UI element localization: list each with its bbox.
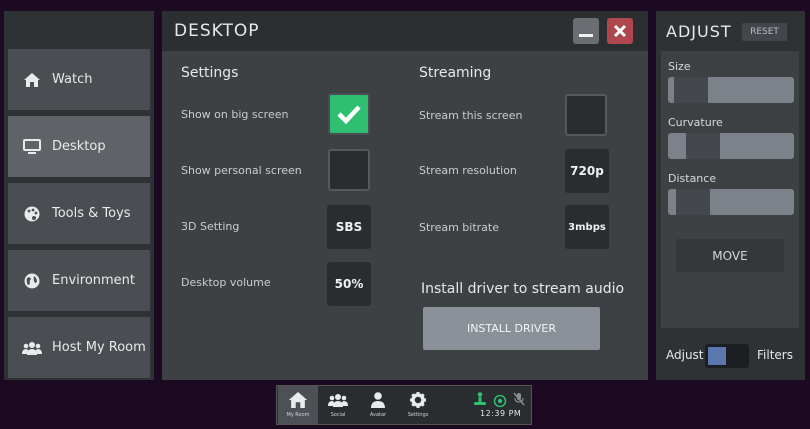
stream-resolution-value[interactable]: 720p [565,149,609,193]
slider-thumb[interactable] [676,189,710,215]
stream-bitrate-value[interactable]: 3mbps [565,205,609,249]
clock-time: 12:39 PM [480,409,522,418]
dock-item-label: Settings [407,412,429,418]
nav-item-label: Host My Room [52,340,146,355]
nav-item-desktop[interactable]: Desktop [8,116,150,177]
left-nav-panel: Watch Desktop Tools & Toys Environment H… [4,11,154,380]
adjust-title: ADJUST [666,22,732,41]
distance-label: Distance [668,172,717,185]
nav-item-environment[interactable]: Environment [8,250,150,311]
checkmark-icon [337,105,361,125]
dock-item-label: My Room [286,412,310,418]
nav-item-label: Desktop [52,139,106,154]
slider-thumb[interactable] [686,133,720,159]
move-button[interactable]: MOVE [676,239,784,272]
seated-user-icon [474,391,486,410]
home-icon [22,70,42,90]
monitor-icon [22,137,42,157]
3d-setting-value[interactable]: SBS [327,205,371,249]
show-big-screen-checkbox[interactable] [328,93,370,135]
desktop-volume-label: Desktop volume [181,276,271,289]
desktop-panel: DESKTOP Settings Show on big screen Show… [162,11,648,380]
mic-muted-icon[interactable] [513,391,525,410]
distance-slider[interactable] [668,189,794,215]
people-icon [327,391,349,409]
adjust-panel: ADJUST RESET Size Curvature Distance MOV… [656,11,805,380]
show-personal-screen-label: Show personal screen [181,164,302,177]
adjust-filters-toggle[interactable] [705,344,749,368]
dock-item-social[interactable]: Social [318,386,358,424]
nav-item-tools-toys[interactable]: Tools & Toys [8,183,150,244]
gear-icon [410,391,426,409]
size-slider[interactable] [668,77,794,103]
globe-icon [22,271,42,291]
stream-screen-checkbox[interactable] [565,94,607,136]
toggle-knob[interactable] [708,347,726,365]
reset-button[interactable]: RESET [742,23,787,41]
dock-item-my-room[interactable]: My Room [278,386,318,424]
show-big-screen-label: Show on big screen [181,108,289,121]
settings-heading: Settings [181,65,239,81]
adjust-toggle-label: Adjust [666,348,704,362]
close-button[interactable] [607,18,633,44]
dock-item-label: Avatar [369,412,387,418]
install-driver-button[interactable]: INSTALL DRIVER [423,307,600,350]
slider-thumb[interactable] [674,77,708,103]
people-icon [22,338,42,358]
desktop-volume-value[interactable]: 50% [327,262,371,306]
dock-item-avatar[interactable]: Avatar [358,386,398,424]
stream-resolution-label: Stream resolution [419,164,517,177]
size-label: Size [668,60,691,73]
dock-item-settings[interactable]: Settings [398,386,438,424]
minimize-button[interactable] [573,18,599,44]
show-personal-screen-checkbox[interactable] [328,149,370,191]
curvature-label: Curvature [668,116,723,129]
curvature-slider[interactable] [668,133,794,159]
palette-icon [22,204,42,224]
nav-item-label: Tools & Toys [52,206,131,221]
3d-setting-label: 3D Setting [181,220,240,233]
nav-item-label: Environment [52,273,136,288]
stream-screen-label: Stream this screen [419,109,523,122]
desktop-header: DESKTOP [162,11,648,51]
filters-toggle-label: Filters [757,348,793,362]
install-driver-hint: Install driver to stream audio [421,281,625,297]
nav-item-watch[interactable]: Watch [8,49,150,110]
person-icon [371,391,385,409]
nav-item-host-my-room[interactable]: Host My Room [8,317,150,378]
dock-item-label: Social [330,412,346,418]
home-icon [288,391,308,409]
nav-item-label: Watch [52,72,93,87]
minimize-icon [579,34,593,37]
bottom-dock: My Room Social Avatar Settings 12:39 PM [276,385,532,425]
close-icon [613,24,627,38]
streaming-heading: Streaming [419,65,492,81]
stream-bitrate-label: Stream bitrate [419,221,499,234]
panel-title: DESKTOP [174,21,260,41]
adjust-body: Size Curvature Distance MOVE [661,51,799,328]
